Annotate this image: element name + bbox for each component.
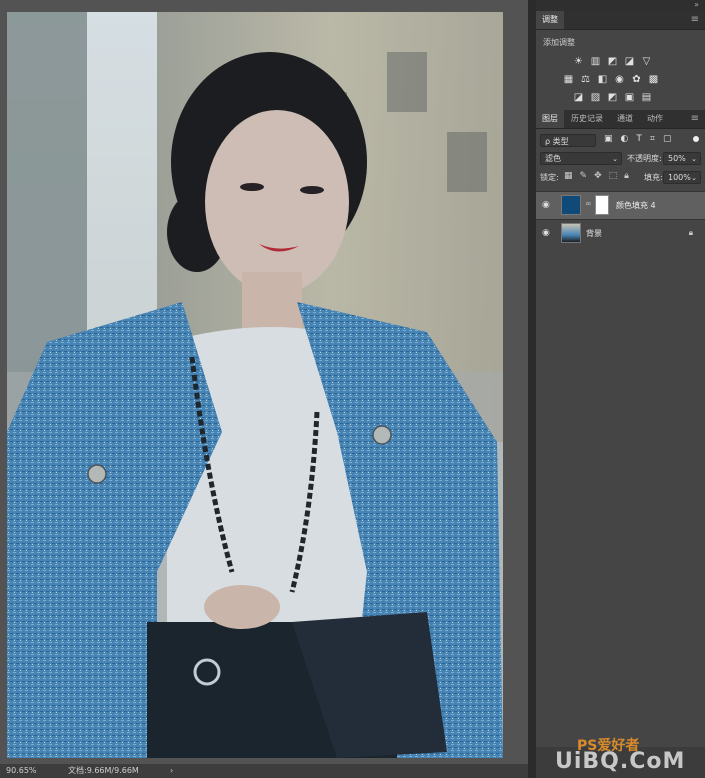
layer-row-color-fill[interactable]: ◉ ∞ 颜色填充 4 [536,191,705,219]
document-size: 文档:9.66M/9.66M [68,766,139,775]
layer-name[interactable]: 颜色填充 4 [616,200,656,211]
zoom-level[interactable]: 90.65% [6,764,37,778]
lock-transparency-icon[interactable]: ▦ [564,171,573,181]
layer-row-background[interactable]: ◉ 背景 🔒︎ [536,219,705,247]
tab-channels[interactable]: 通道 [611,110,639,128]
opacity-field[interactable]: 50% ⌄ [663,152,701,165]
invert-icon[interactable]: ◪ [573,92,584,103]
posterize-icon[interactable]: ▨ [590,92,601,103]
lock-label: 锁定: [540,173,559,182]
chevron-down-icon: ⌄ [612,155,618,163]
hamburger-menu-icon[interactable]: ≡ [691,14,699,25]
brightness-icon[interactable]: ☀ [573,56,584,67]
hue-saturation-icon[interactable]: ▦ [563,74,574,85]
lock-fill-row: 锁定: ▦ ✎ ✥ ⬚ 🔒︎ 填充: 100% ⌄ [540,171,701,185]
fill-value: 100% [668,173,691,182]
chain-link-icon[interactable]: ∞ [585,199,592,208]
layers-tabbar: 图层 历史记录 通道 动作 ≡ [536,110,705,129]
channel-mixer-icon[interactable]: ✿ [631,74,642,85]
tab-layers[interactable]: 图层 [536,110,564,128]
color-lookup-icon[interactable]: ▩ [648,74,659,85]
eye-icon[interactable]: ◉ [542,200,550,210]
filter-icons: ▣ ◐ T ⌗ ▢ [604,134,671,144]
layer-mask-thumbnail[interactable] [595,195,609,215]
smart-object-filter-icon[interactable]: ▢ [663,134,672,144]
blend-mode-value: 滤色 [545,154,561,163]
color-balance-icon[interactable]: ⚖ [580,74,591,85]
adjustment-row-3: ◪ ▨ ◩ ▣ ▤ [573,92,652,103]
adjustments-panel: 添加调整 ☀ ▥ ◩ ◪ ▽ ▦ ⚖ ◧ ◉ ✿ ▩ ◪ ▨ ◩ ▣ ▤ [536,30,705,110]
black-white-icon[interactable]: ◧ [597,74,608,85]
status-menu-arrow[interactable]: › [170,764,173,778]
selective-color-icon[interactable]: ▣ [624,92,635,103]
photo-canvas[interactable] [7,12,503,758]
document-canvas-area[interactable]: 90.65% 文档:9.66M/9.66M › [0,0,528,778]
lock-position-icon[interactable]: ✥ [594,171,602,181]
layer-filter-row: ρ 类型 ▣ ◐ T ⌗ ▢ [540,134,701,148]
blend-opacity-row: 滤色 ⌄ 不透明度: 50% ⌄ [540,152,701,166]
adjustment-row-1: ☀ ▥ ◩ ◪ ▽ [573,56,652,67]
type-filter-icon[interactable]: T [636,134,642,144]
fill-field[interactable]: 100% ⌄ [663,171,701,184]
lock-artboard-icon[interactable]: ⬚ [609,171,618,181]
shape-filter-icon[interactable]: ⌗ [650,134,655,144]
fill-layer-thumbnail[interactable] [561,195,581,215]
lock-all-icon[interactable]: 🔒︎ [624,171,629,181]
panel-collapse-strip[interactable]: » [536,0,705,11]
pixel-filter-icon[interactable]: ▣ [604,134,613,144]
opacity-value: 50% [668,154,686,163]
tab-actions[interactable]: 动作 [641,110,669,128]
curves-icon[interactable]: ◩ [607,56,618,67]
opacity-label: 不透明度: [627,154,662,163]
right-panels: » 调整 ≡ 添加调整 ☀ ▥ ◩ ◪ ▽ ▦ ⚖ ◧ ◉ ✿ ▩ ◪ ▨ ◩ … [536,0,705,778]
tab-history[interactable]: 历史记录 [565,110,609,128]
eye-icon[interactable]: ◉ [542,228,550,238]
layer-name[interactable]: 背景 [586,228,602,239]
fill-label: 填充: [644,173,663,182]
watermark-site-text: UiBQ.CoM [555,749,686,774]
status-bar: 90.65% 文档:9.66M/9.66M › [0,764,528,778]
threshold-icon[interactable]: ◩ [607,92,618,103]
vibrance-icon[interactable]: ▽ [641,56,652,67]
panel-divider[interactable] [528,0,536,778]
chevron-down-icon: ⌄ [691,155,697,163]
layers-panel: ρ 类型 ▣ ◐ T ⌗ ▢ 滤色 ⌄ 不透明度: 50% ⌄ 锁定: ▦ ✎ … [536,129,705,747]
add-adjustment-title: 添加调整 [543,38,575,47]
adjustments-tabbar: 调整 ≡ [536,11,705,30]
adjustment-row-2: ▦ ⚖ ◧ ◉ ✿ ▩ [563,74,659,85]
filter-toggle-icon[interactable] [693,136,699,142]
site-watermark: PS爱好者 UiBQ.CoM [555,735,705,775]
photo-image [7,12,503,758]
photo-filter-icon[interactable]: ◉ [614,74,625,85]
lock-icon[interactable]: 🔒︎ [689,228,693,238]
tab-adjustments[interactable]: 调整 [536,11,564,29]
lock-paint-icon[interactable]: ✎ [580,171,588,181]
adjustment-filter-icon[interactable]: ◐ [621,134,629,144]
chevron-down-icon: ⌄ [691,174,697,182]
kind-filter-select[interactable]: ρ 类型 [540,134,596,147]
lock-icons: ▦ ✎ ✥ ⬚ 🔒︎ [564,171,629,181]
exposure-icon[interactable]: ◪ [624,56,635,67]
blend-mode-select[interactable]: 滤色 ⌄ [540,152,622,165]
collapse-icon[interactable]: » [694,0,699,9]
hamburger-menu-icon[interactable]: ≡ [691,113,699,124]
levels-icon[interactable]: ▥ [590,56,601,67]
background-layer-thumbnail[interactable] [561,223,581,243]
gradient-map-icon[interactable]: ▤ [641,92,652,103]
